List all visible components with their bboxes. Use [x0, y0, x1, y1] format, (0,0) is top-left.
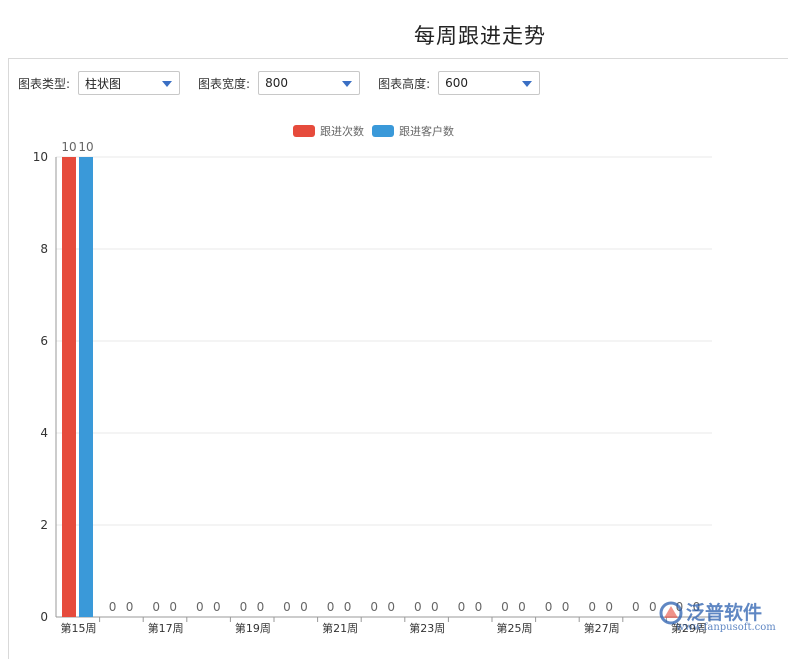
x-tick-label: 第15周 [61, 621, 97, 635]
data-label: 0 [458, 600, 466, 614]
data-label: 0 [344, 600, 352, 614]
data-label: 0 [213, 600, 221, 614]
y-tick-label: 6 [40, 334, 48, 348]
legend-label: 跟进次数 [320, 124, 364, 138]
x-tick-label: 第17周 [148, 621, 184, 635]
data-label: 0 [562, 600, 570, 614]
legend-label: 跟进客户数 [399, 124, 454, 138]
data-label: 0 [126, 600, 134, 614]
watermark: 泛普软件 www.fanpusoft.com [658, 598, 783, 638]
data-label: 0 [588, 600, 596, 614]
data-label: 0 [327, 600, 335, 614]
data-label: 0 [109, 600, 117, 614]
y-tick-label: 0 [40, 610, 48, 624]
data-label: 0 [414, 600, 422, 614]
x-tick-label: 第21周 [322, 621, 358, 635]
data-label: 0 [169, 600, 177, 614]
x-tick-label: 第19周 [235, 621, 271, 635]
data-label: 10 [61, 140, 76, 154]
y-tick-label: 2 [40, 518, 48, 532]
data-label: 0 [632, 600, 640, 614]
data-label: 0 [475, 600, 483, 614]
watermark-url: www.fanpusoft.com [676, 622, 776, 633]
bar [62, 157, 76, 617]
y-tick-label: 8 [40, 242, 48, 256]
data-label: 0 [257, 600, 265, 614]
watermark-brand: 泛普软件 [686, 602, 763, 624]
data-label: 10 [78, 140, 93, 154]
data-label: 0 [283, 600, 291, 614]
y-tick-label: 10 [33, 150, 48, 164]
data-label: 0 [605, 600, 613, 614]
bar-chart: 024681010 10第15周0 0 0 0第17周0 0 0 0第19周0 0 0 0第21周0… [33, 124, 712, 635]
data-label: 0 [370, 600, 378, 614]
data-label: 0 [240, 600, 248, 614]
x-tick-label: 第23周 [409, 621, 445, 635]
data-label: 0 [649, 600, 657, 614]
bar [79, 157, 93, 617]
data-label: 0 [545, 600, 553, 614]
x-tick-label: 第25周 [497, 621, 533, 635]
legend-swatch [293, 125, 315, 137]
data-label: 0 [431, 600, 439, 614]
data-label: 0 [196, 600, 204, 614]
legend-swatch [372, 125, 394, 137]
data-label: 0 [501, 600, 509, 614]
x-tick-label: 第27周 [584, 621, 620, 635]
data-label: 0 [518, 600, 526, 614]
data-label: 0 [152, 600, 160, 614]
y-tick-label: 4 [40, 426, 48, 440]
data-label: 0 [300, 600, 308, 614]
data-label: 0 [387, 600, 395, 614]
